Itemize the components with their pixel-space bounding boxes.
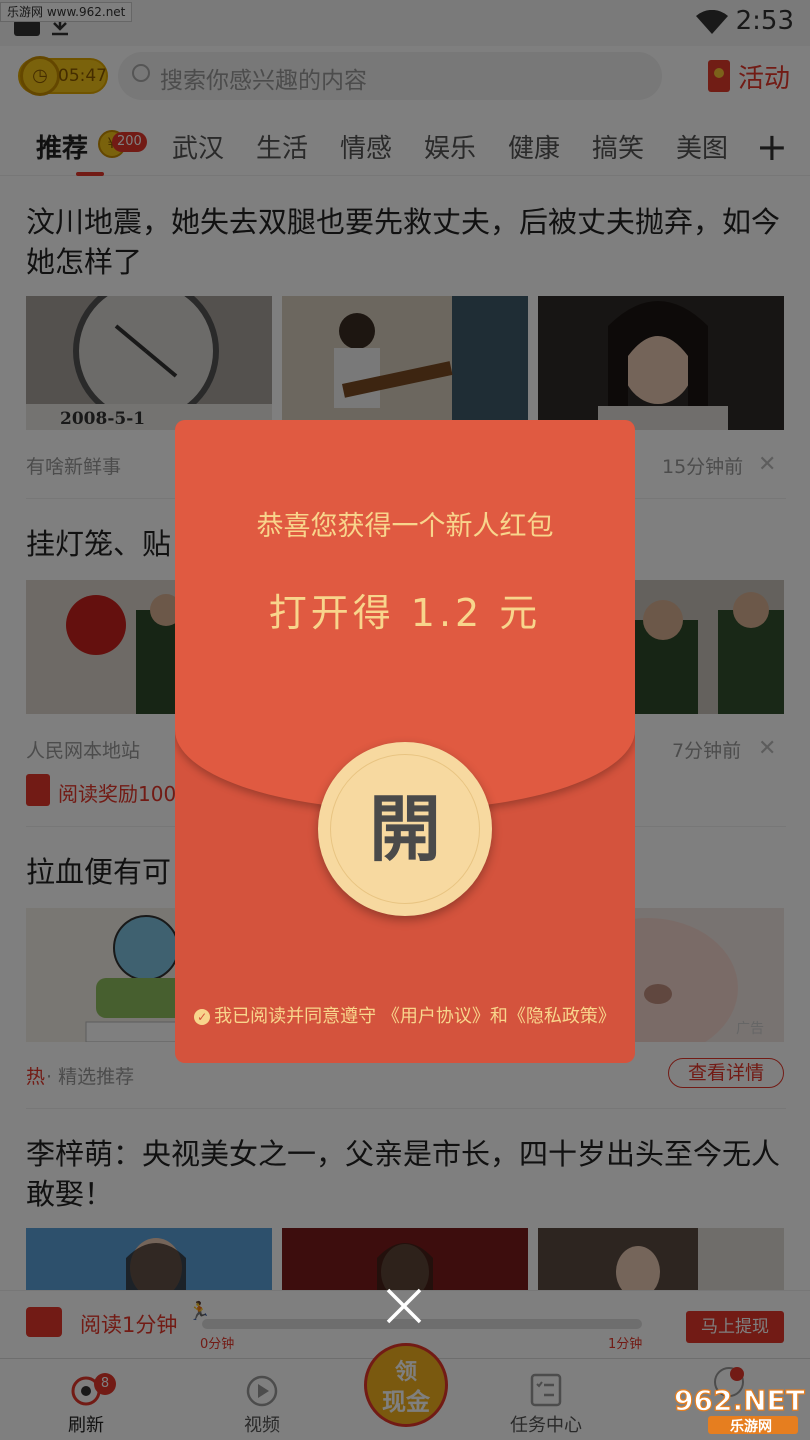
open-red-packet-button[interactable]: 開 [318, 742, 492, 916]
open-label: 開 [368, 787, 441, 871]
red-packet-modal: 恭喜您获得一个新人红包 打开得 1.2 元 開 ✓ 我已阅读并同意遵守 《用户协议… [175, 420, 635, 1063]
red-packet-title: 恭喜您获得一个新人红包 [256, 511, 554, 542]
site-watermark-logo: 962.NET 乐游网 [673, 1383, 805, 1435]
agreement-label: 我已阅读并同意遵守 《用户协议》和《隐私政策》 [214, 1006, 616, 1027]
svg-text:962.NET: 962.NET [674, 1384, 805, 1417]
agreement-text[interactable]: ✓ 我已阅读并同意遵守 《用户协议》和《隐私政策》 [175, 1002, 635, 1028]
close-icon[interactable] [380, 1282, 428, 1330]
svg-text:乐游网: 乐游网 [730, 1418, 772, 1435]
app-screen: 乐游网 www.962.net 2:53 ◷ 05:47 搜索你感兴趣的内容 活… [0, 0, 810, 1440]
checkmark-icon[interactable]: ✓ [194, 1009, 211, 1025]
red-packet-amount: 打开得 1.2 元 [268, 591, 542, 635]
